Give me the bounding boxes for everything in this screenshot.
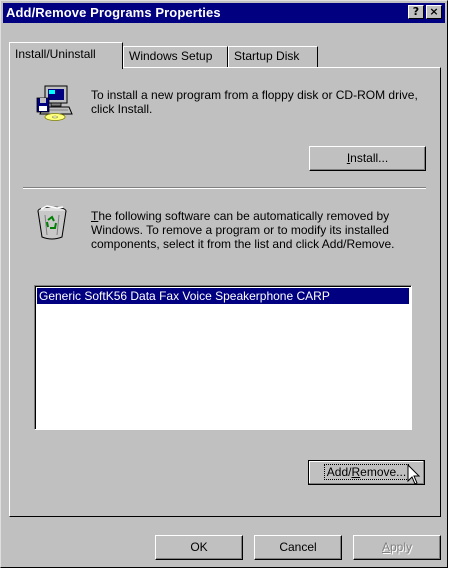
tab-label: Startup Disk	[234, 49, 300, 63]
add-remove-accelerator: R	[351, 465, 361, 479]
cancel-button[interactable]: Cancel	[254, 535, 342, 560]
tab-windows-setup[interactable]: Windows Setup	[123, 46, 228, 67]
computer-floppy-icon	[35, 84, 75, 125]
add-remove-focus: Add/Remove...	[323, 464, 410, 480]
apply-label: pply	[390, 540, 413, 554]
tab-startup-disk[interactable]: Startup Disk	[228, 46, 318, 67]
install-button-label: nstall...	[350, 151, 389, 165]
remove-description: The following software can be automatica…	[91, 209, 426, 251]
ok-button[interactable]: OK	[155, 535, 243, 560]
tab-install-uninstall[interactable]: Install/Uninstall	[9, 42, 123, 69]
apply-accelerator: A	[381, 540, 390, 554]
tab-label: Install/Uninstall	[15, 47, 96, 61]
install-button[interactable]: Install...	[309, 146, 426, 171]
remove-description-text: he following software can be automatical…	[91, 209, 395, 251]
installed-programs-list[interactable]: Generic SoftK56 Data Fax Voice Speakerph…	[34, 285, 412, 430]
add-remove-rest: emove...	[360, 465, 407, 479]
properties-dialog: Add/Remove Programs Properties ? × Insta…	[0, 0, 448, 568]
title-bar[interactable]: Add/Remove Programs Properties ? ×	[3, 3, 445, 23]
mouse-pointer-icon	[407, 463, 421, 489]
window-title: Add/Remove Programs Properties	[6, 5, 221, 20]
install-description: To install a new program from a floppy d…	[91, 88, 418, 116]
help-button[interactable]: ?	[408, 5, 424, 19]
list-item[interactable]: Generic SoftK56 Data Fax Voice Speakerph…	[37, 288, 409, 304]
section-divider	[23, 187, 426, 189]
tab-label: Windows Setup	[129, 49, 213, 63]
apply-button[interactable]: Apply	[353, 535, 441, 560]
recycle-bin-icon	[35, 205, 69, 244]
close-button[interactable]: ×	[426, 5, 442, 19]
add-remove-prefix: Add/	[326, 465, 352, 479]
